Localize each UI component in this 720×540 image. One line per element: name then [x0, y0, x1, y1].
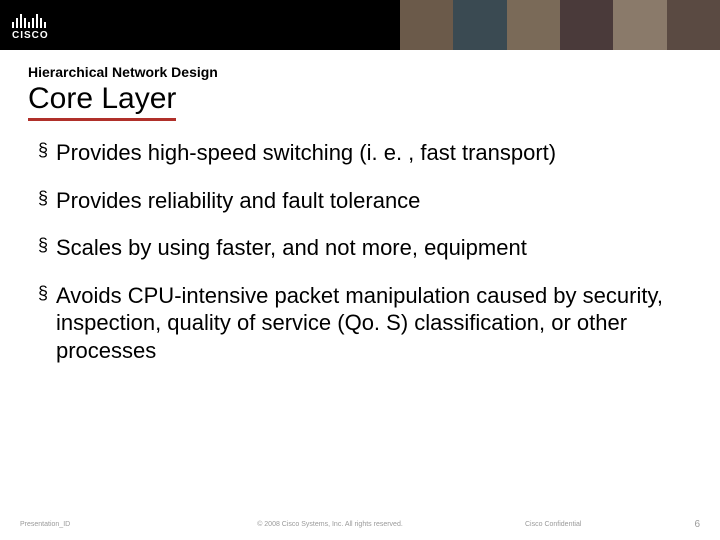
- cisco-logo: CISCO: [0, 10, 49, 41]
- cisco-logo-icon: [12, 10, 49, 28]
- footer-confidential: Cisco Confidential: [485, 521, 680, 528]
- slide-title: Core Layer: [28, 82, 176, 121]
- cisco-logo-text: CISCO: [12, 30, 49, 41]
- footer-presentation-id: Presentation_ID: [20, 521, 175, 528]
- header-bar: CISCO: [0, 0, 720, 50]
- slide-content: Hierarchical Network Design Core Layer P…: [0, 50, 720, 364]
- bullet-list: Provides high-speed switching (i. e. , f…: [28, 139, 692, 364]
- slide-subtitle: Hierarchical Network Design: [28, 64, 692, 80]
- footer: Presentation_ID © 2008 Cisco Systems, In…: [0, 519, 720, 530]
- list-item: Provides high-speed switching (i. e. , f…: [38, 139, 692, 167]
- footer-page-number: 6: [680, 519, 700, 530]
- list-item: Scales by using faster, and not more, eq…: [38, 234, 692, 262]
- list-item: Provides reliability and fault tolerance: [38, 187, 692, 215]
- header-photo-strip: [400, 0, 720, 50]
- list-item: Avoids CPU-intensive packet manipulation…: [38, 282, 692, 365]
- footer-copyright: © 2008 Cisco Systems, Inc. All rights re…: [175, 521, 485, 528]
